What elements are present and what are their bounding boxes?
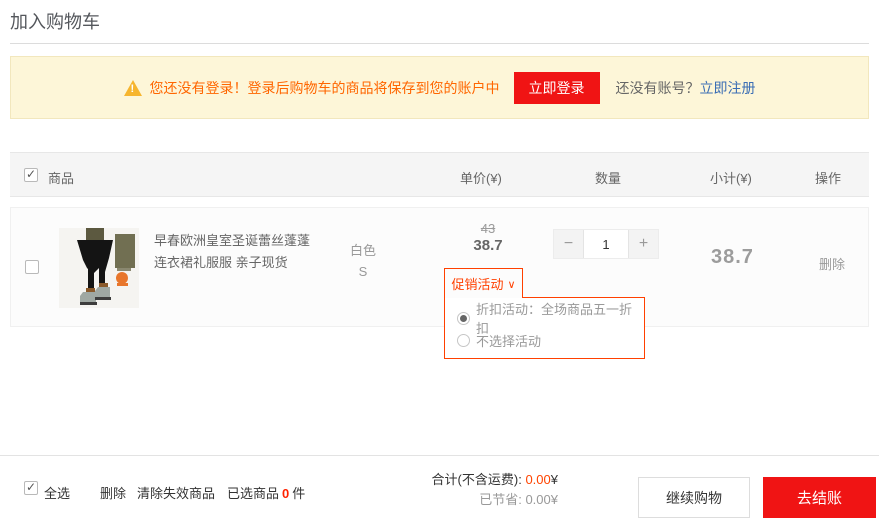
quantity-input[interactable] [583,230,629,258]
continue-shopping-button[interactable]: 继续购物 [638,477,750,518]
clear-invalid-link[interactable]: 清除失效商品 [137,483,215,502]
promotion-dropdown-panel: 折扣活动：全场商品五一折扣 不选择活动 [444,297,645,359]
header-subtotal: 小计(¥) [710,168,752,187]
total-line: 合计(不含运费): 0.00¥ [432,470,558,490]
selected-count-text: 已选商品0件 [227,483,305,502]
quantity-decrease-button[interactable]: − [554,230,583,258]
selected-suffix: 件 [292,486,305,501]
radio-unselected-icon[interactable] [457,334,470,347]
select-all-label[interactable]: 全选 [44,483,70,502]
radio-selected-icon[interactable] [457,312,470,325]
product-sku: 白色 S [333,240,393,282]
product-title[interactable]: 早春欧洲皇室圣诞蕾丝蓬蓬连衣裙礼服服 亲子现货 [154,230,316,274]
item-delete-link[interactable]: 删除 [819,254,845,273]
login-warning-banner: ! 您还没有登录！登录后购物车的商品将保存到您的账户中 立即登录 还没有账号？ … [10,56,869,119]
page-title: 加入购物车 [10,8,100,34]
header-action: 操作 [815,168,841,187]
item-subtotal: 38.7 [711,246,754,269]
chevron-down-icon: ∨ [507,278,515,291]
header-unit-price: 单价(¥) [460,168,502,187]
register-now-link[interactable]: 立即注册 [700,78,756,98]
item-checkbox[interactable]: ✓ [25,260,39,274]
cart-footer-bar: ✓ 全选 删除 清除失效商品 已选商品0件 合计(不含运费): 0.00¥ 已节… [0,455,879,524]
total-label: 合计(不含运费): [432,472,522,487]
promotion-label: 促销活动 [451,274,503,293]
header-quantity: 数量 [595,168,621,187]
cart-page: 加入购物车 ! 您还没有登录！登录后购物车的商品将保存到您的账户中 立即登录 还… [0,0,879,524]
header-product: 商品 [48,168,74,187]
no-account-text: 还没有账号？ [616,78,700,98]
promotion-option-label: 不选择活动 [476,331,541,350]
login-warning-text: 您还没有登录！登录后购物车的商品将保存到您的账户中 [150,78,500,98]
title-divider [10,43,869,44]
product-size: S [333,261,393,282]
saved-label: 已节省: [479,492,522,507]
select-all-header-checkbox[interactable]: ✓ [24,168,38,182]
total-currency: ¥ [551,472,558,487]
selected-prefix: 已选商品 [227,486,279,501]
saved-value: 0.00¥ [525,492,558,507]
product-color: 白色 [333,240,393,261]
quantity-stepper: − + [553,229,659,259]
cart-item-row: ✓ 早春欧洲皇室圣诞蕾丝蓬蓬连衣裙礼服服 亲子现货 白色 S 43 38.7 [10,207,869,327]
warning-icon: ! [124,80,142,96]
promotion-option-discount[interactable]: 折扣活动：全场商品五一折扣 [457,307,644,329]
login-now-button[interactable]: 立即登录 [514,72,600,104]
cart-table-header: ✓ 商品 单价(¥) 数量 小计(¥) 操作 [10,152,869,197]
saved-line: 已节省: 0.00¥ [432,490,558,510]
select-all-footer-checkbox[interactable]: ✓ [24,481,38,495]
current-price: 38.7 [433,237,543,254]
unit-price-cell: 43 38.7 [433,221,543,254]
totals-block: 合计(不含运费): 0.00¥ 已节省: 0.00¥ [432,470,558,510]
quantity-increase-button[interactable]: + [629,230,658,258]
warning-mark: ! [131,83,135,95]
promotion-dropdown-toggle[interactable]: 促销活动 ∨ [444,268,523,298]
footer-delete-link[interactable]: 删除 [100,483,126,502]
product-image[interactable] [59,228,139,308]
selected-count: 0 [282,486,289,501]
total-value: 0.00 [525,472,550,487]
checkout-button[interactable]: 去结账 [763,477,876,518]
original-price: 43 [433,221,543,236]
